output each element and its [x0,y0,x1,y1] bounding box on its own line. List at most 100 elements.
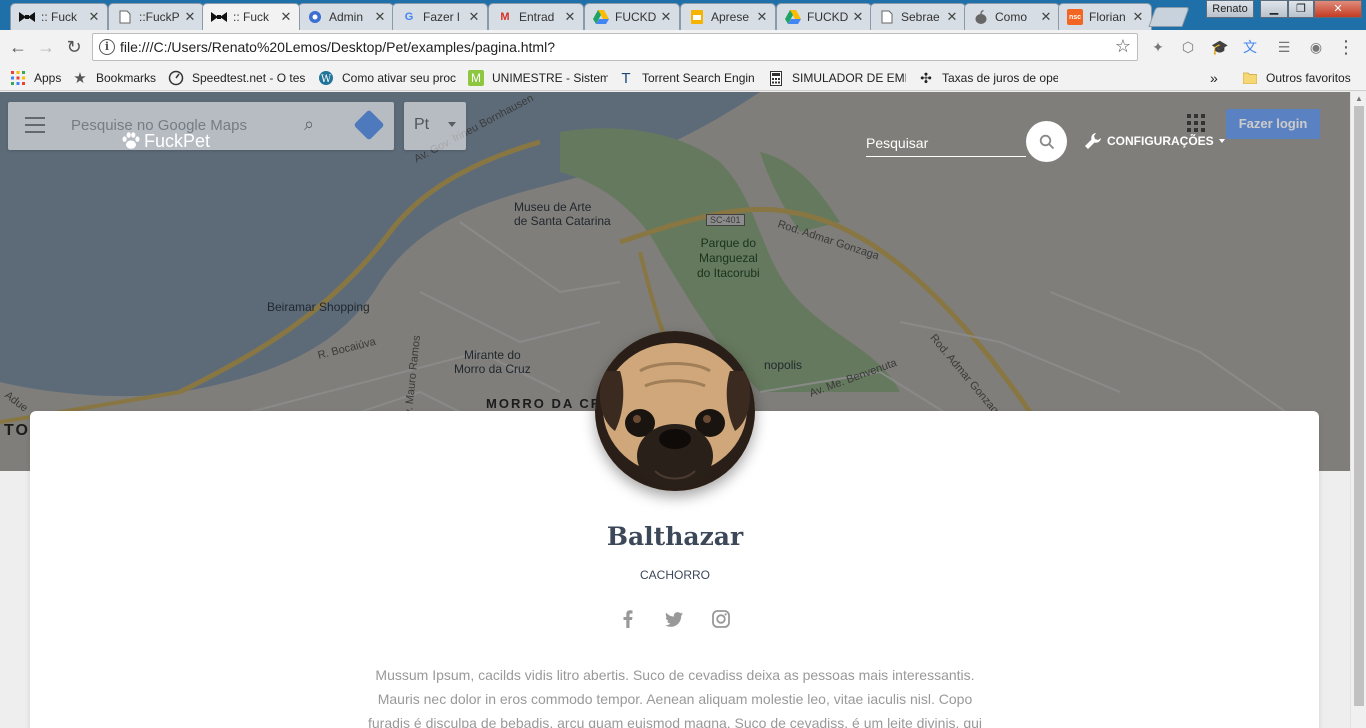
bookmark-speedtest[interactable]: Speedtest.net - O tes [168,68,306,88]
graduation-extension-icon[interactable]: 🎓 [1210,37,1230,57]
close-tab-icon[interactable]: ✕ [659,9,673,25]
extension-icon[interactable]: ✦ [1148,37,1168,57]
slides-icon [689,9,705,25]
directions-icon[interactable] [353,109,385,141]
bookmark-apps[interactable]: Apps [10,68,66,88]
browser-tab[interactable]: Admin ✕ [298,3,394,30]
tasks-extension-icon[interactable]: ☰ [1274,37,1294,57]
maximize-window-button[interactable]: ❐ [1288,0,1314,18]
settings-label: CONFIGURAÇÕES [1107,134,1214,148]
bowtie-icon [19,9,35,25]
page-icon [879,9,895,25]
browser-toolbar: ← → ↻ i file:///C:/Users/Renato%20Lemos/… [0,30,1366,64]
browser-tab[interactable]: :: Fuck ✕ [10,3,108,30]
browser-tab[interactable]: FUCKD ✕ [776,3,872,30]
close-window-button[interactable]: ✕ [1314,0,1362,18]
browser-tab[interactable]: G Fazer l ✕ [392,3,488,30]
bowtie-icon [211,9,227,25]
translate-extension-icon[interactable]: 文 [1240,37,1260,57]
settings-dropdown[interactable]: CONFIGURAÇÕES [1083,131,1225,151]
bookmarks-overflow-button[interactable]: » [1210,68,1224,88]
close-tab-icon[interactable]: ✕ [1131,9,1145,25]
circle-extension-icon[interactable]: ◉ [1306,37,1326,57]
pet-name: Balthazar [606,522,744,551]
search-icon [1039,134,1054,149]
pug-photo [595,331,755,491]
browser-tab[interactable]: Sebrae ✕ [870,3,966,30]
scrollbar-thumb[interactable] [1354,106,1364,706]
other-bookmarks-folder[interactable]: Outros favoritos [1242,68,1358,88]
page-viewport: Museu de Arte de Santa Catarina Parque do… [0,92,1350,728]
close-tab-icon[interactable]: ✕ [851,9,865,25]
instagram-icon[interactable] [709,607,733,631]
bookmark-simulador[interactable]: SIMULADOR DE EMP [768,68,906,88]
page-search-button[interactable] [1026,121,1067,162]
language-selector[interactable]: Pt [404,102,466,150]
page-search-field[interactable] [866,130,1026,157]
close-tab-icon[interactable]: ✕ [373,9,387,25]
drive-icon [593,9,609,25]
close-tab-icon[interactable]: ✕ [183,9,197,25]
forward-arrow-icon[interactable]: → [34,35,58,59]
pet-type: CACHORRO [639,568,710,582]
bookmark-unimestre[interactable]: M UNIMESTRE - Sistema [468,68,608,88]
gear-badge-icon [307,9,323,25]
wrench-icon [1085,133,1101,149]
close-tab-icon[interactable]: ✕ [279,9,293,25]
brand-logo[interactable]: FuckPet [120,130,210,152]
window-user-badge[interactable]: Renato [1206,0,1254,18]
page-scrollbar[interactable]: ▲ [1350,92,1366,728]
browser-tab[interactable]: Aprese ✕ [680,3,776,30]
close-tab-icon[interactable]: ✕ [563,9,577,25]
pet-description: Mussum Ipsum, cacilds vidis litro aberti… [368,667,983,728]
hamburger-menu-icon[interactable] [25,117,45,133]
bookmark-wordpress[interactable]: W Como ativar seu proc [318,68,458,88]
folder-icon [1242,70,1258,86]
minimize-window-button[interactable]: ▁ [1260,0,1288,18]
browser-tab[interactable]: ::FuckP ✕ [108,3,204,30]
page-search-input[interactable] [866,130,1026,156]
pet-avatar [595,331,755,491]
close-tab-icon[interactable]: ✕ [755,9,769,25]
back-arrow-icon[interactable]: ← [6,35,30,59]
google-icon: G [404,11,414,23]
browser-tab[interactable]: FUCKD ✕ [584,3,680,30]
close-tab-icon[interactable]: ✕ [945,9,959,25]
bookmark-bookmarks[interactable]: ★ Bookmarks [72,68,160,88]
close-tab-icon[interactable]: ✕ [467,9,481,25]
browser-tab-active[interactable]: :: Fuck ✕ [202,3,300,30]
chrome-menu-icon[interactable]: ⋮ [1336,37,1356,57]
search-icon[interactable]: ⌕ [304,114,314,135]
apps-grid-icon [10,70,26,86]
browser-tab[interactable]: Como ✕ [964,3,1060,30]
shield-extension-icon[interactable]: ⬡ [1178,37,1198,57]
torrent-icon: T [621,69,631,87]
google-apps-icon[interactable] [1187,114,1205,132]
facebook-icon[interactable] [616,607,640,631]
speedometer-icon [168,70,184,86]
address-bar[interactable]: i file:///C:/Users/Renato%20Lemos/Deskto… [92,33,1138,61]
drive-icon [785,9,801,25]
login-button[interactable]: Fazer login [1226,109,1320,139]
close-tab-icon[interactable]: ✕ [1039,9,1053,25]
reload-icon[interactable]: ↻ [62,35,86,59]
info-icon[interactable]: i [99,39,115,55]
browser-tab[interactable]: nsc Florian ✕ [1058,3,1152,30]
brand-name: FuckPet [144,130,211,151]
scroll-up-arrow-icon[interactable]: ▲ [1351,92,1366,106]
new-tab-button[interactable] [1148,7,1190,27]
close-tab-icon[interactable]: ✕ [87,9,101,25]
page-icon [117,9,133,25]
star-icon: ★ [73,70,87,87]
chevron-down-icon [448,122,456,127]
browser-tab[interactable]: M Entrad ✕ [488,3,584,30]
bank-icon: ✣ [920,69,932,86]
calculator-icon [768,70,784,86]
bookmark-star-icon[interactable]: ☆ [1115,36,1131,57]
twitter-icon[interactable] [662,607,686,631]
bookmark-torrent[interactable]: T Torrent Search Engin [618,68,758,88]
paw-icon [122,132,140,149]
wordpress-icon: W [318,70,334,86]
bookmark-taxas[interactable]: ✣ Taxas de juros de ope [918,68,1058,88]
address-url[interactable]: file:///C:/Users/Renato%20Lemos/Desktop/… [120,39,555,55]
